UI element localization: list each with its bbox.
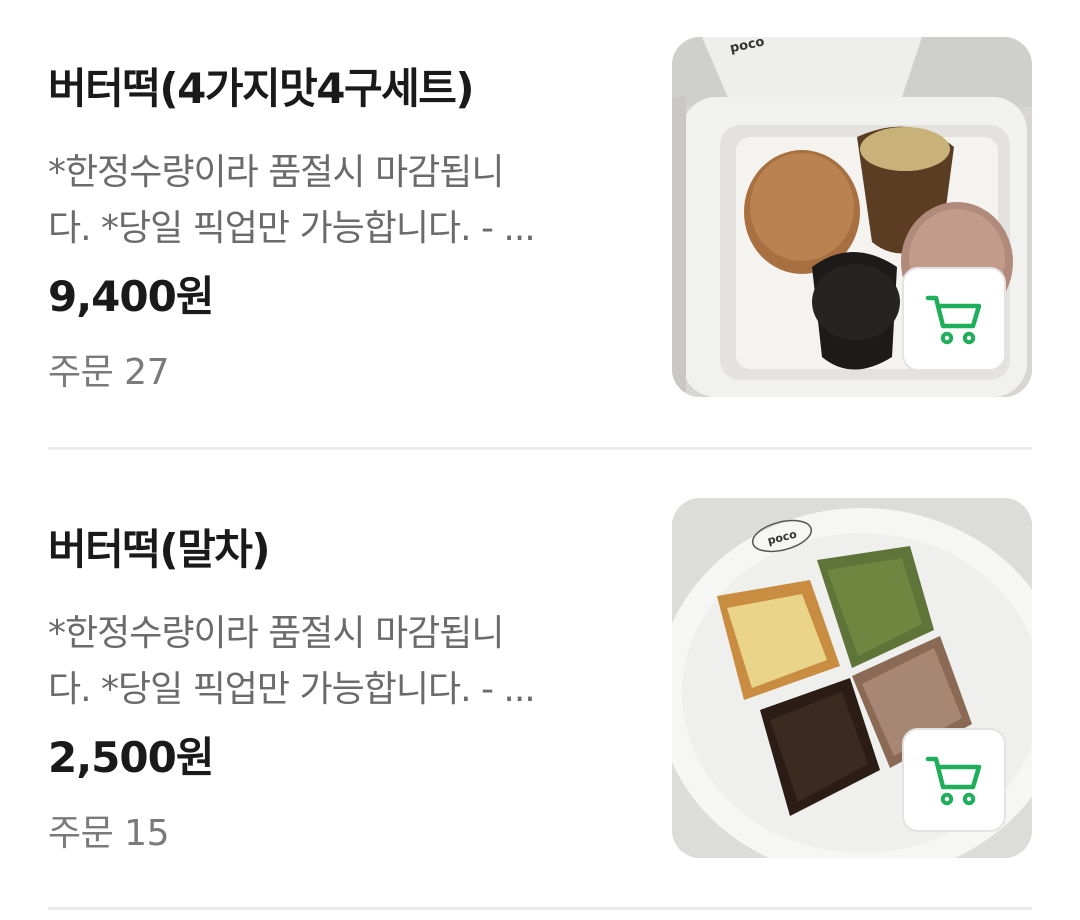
description-line: *한정수량이라 품절시 마감됩니 xyxy=(48,613,504,654)
description-line: *한정수량이라 품절시 마감됩니 xyxy=(48,152,504,193)
order-count: 주문 15 xyxy=(48,813,170,854)
add-to-cart-button[interactable] xyxy=(902,728,1006,832)
cart-icon xyxy=(925,295,982,345)
description-line: 다. *당일 픽업만 가능합니다. - ... xyxy=(48,669,536,710)
item-description: *한정수량이라 품절시 마감됩니 다. *당일 픽업만 가능합니다. - ... xyxy=(48,606,608,718)
divider xyxy=(48,447,1032,450)
order-count: 주문 27 xyxy=(48,352,170,393)
item-price: 9,400원 xyxy=(48,272,214,321)
item-photo[interactable]: poco xyxy=(672,37,1032,397)
divider xyxy=(48,907,1032,910)
cart-icon xyxy=(925,756,982,806)
menu-item[interactable]: 버터떡(말차) *한정수량이라 품절시 마감됩니 다. *당일 픽업만 가능합니… xyxy=(48,498,1032,858)
add-to-cart-button[interactable] xyxy=(902,267,1006,371)
item-title: 버터떡(4가지맛4구세트) xyxy=(48,64,475,113)
item-price: 2,500원 xyxy=(48,733,214,782)
item-photo[interactable]: poco xyxy=(672,498,1032,858)
item-title: 버터떡(말차) xyxy=(48,525,271,574)
description-line: 다. *당일 픽업만 가능합니다. - ... xyxy=(48,208,536,249)
menu-item[interactable]: 버터떡(4가지맛4구세트) *한정수량이라 품절시 마감됩니 다. *당일 픽업… xyxy=(48,37,1032,397)
item-description: *한정수량이라 품절시 마감됩니 다. *당일 픽업만 가능합니다. - ... xyxy=(48,145,608,257)
menu-list: 버터떡(4가지맛4구세트) *한정수량이라 품절시 마감됩니 다. *당일 픽업… xyxy=(0,0,1080,920)
